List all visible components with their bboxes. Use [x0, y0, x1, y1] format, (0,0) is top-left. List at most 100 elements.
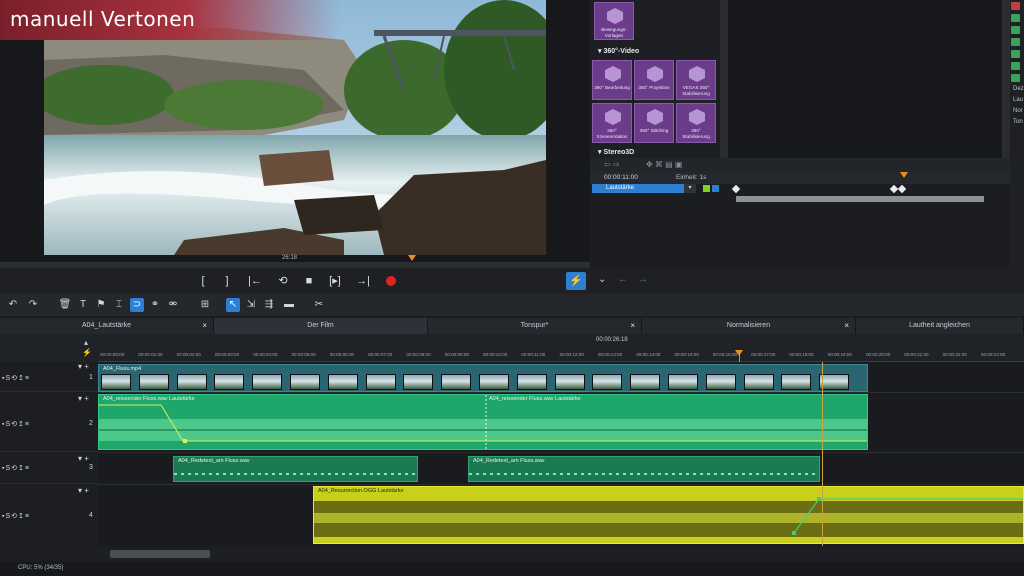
preview-timecode: 26:18 — [282, 255, 298, 261]
expand-icon[interactable]: ▾ + — [78, 486, 89, 495]
section-360-video[interactable]: ▾ 360°-Video — [598, 47, 639, 55]
tab-tonspur[interactable]: Tonspur* × — [428, 318, 642, 334]
pointer-icon[interactable]: ↖ — [226, 298, 240, 312]
split-icon[interactable]: ⌶ — [112, 298, 126, 312]
parameter-volume[interactable]: Lautstärke — [592, 184, 684, 193]
video-thumbnail — [101, 374, 131, 390]
media-pool-scrollbar[interactable] — [1002, 0, 1010, 158]
ruler-tick-label: 00:00:21:00 — [904, 352, 929, 357]
snap-icon[interactable]: ⊃ — [130, 298, 144, 312]
motion-templates-tile[interactable]: Bewegungs-Vorlagen — [594, 2, 634, 40]
track-headers: ▪S⟲↥≡ ▾ + 1 ▪S⟲↥≡ ▾ + 2 ▪S⟲↥≡ ▾ + 3 ▪S⟲↥… — [0, 362, 98, 546]
tab-a04-lautstaerke[interactable]: A04_Lautstärke × — [0, 318, 214, 334]
ruler-tick-label: 00:00:07:00 — [368, 352, 393, 357]
video-clip[interactable]: A04_Fluss.mp4 — [98, 364, 868, 392]
back-arrow-icon[interactable]: ← — [618, 274, 628, 285]
next-frame-button[interactable]: [▸] — [326, 274, 344, 288]
ripple-tool-icon[interactable]: ⇲ — [244, 298, 258, 312]
blue-toggle-icon[interactable] — [712, 185, 719, 192]
redo-icon[interactable]: ↷ — [26, 298, 40, 312]
hexagon-icon — [605, 66, 621, 82]
record-button[interactable] — [386, 276, 396, 286]
section-stereo3d[interactable]: ▾ Stereo3D — [598, 148, 634, 156]
keyframe-toolbar: ⇦ ⇨ ✥ ⌘ ▤ ▣ — [590, 158, 1010, 172]
fx-vegas-360-stabilization[interactable]: VEGAS 360° Stabilisierung — [676, 60, 716, 100]
undo-icon[interactable]: ↶ — [6, 298, 20, 312]
close-icon[interactable]: × — [844, 318, 849, 334]
fx-360-projection[interactable]: 360° Projektion — [634, 60, 674, 100]
audio-file-icon[interactable] — [1011, 38, 1020, 46]
stretch-tool-icon[interactable]: ⇶ — [262, 298, 276, 312]
audio-clip-speech-2[interactable]: A04_Redetext_am Fluss.wav — [468, 456, 820, 482]
ruler-tick-label: 00:00:13:00 — [597, 352, 623, 357]
keyframe-unit[interactable]: Einheit: 1s — [676, 174, 706, 181]
loop-button[interactable]: ⟲ — [274, 274, 292, 288]
track-header-2: ▪S⟲↥≡ ▾ + 2 — [0, 392, 98, 452]
keyframe-scrollbar[interactable] — [736, 196, 984, 202]
tab-der-film[interactable]: Der Film — [214, 318, 428, 334]
title-icon[interactable]: T — [76, 298, 90, 312]
fx-360-stitching[interactable]: 360° Stitching — [634, 103, 674, 143]
scissors-icon[interactable]: ✂ — [312, 298, 326, 312]
ruler-timecode: 00:00:26:18 — [596, 337, 628, 343]
music-clip[interactable]: A04_Resurrection.OGG Lautstärke — [313, 486, 1024, 544]
prev-marker-button[interactable]: |← — [246, 274, 264, 288]
undo-arrow-icon[interactable]: ⇦ ⇨ — [604, 160, 620, 169]
waveform — [174, 473, 417, 475]
audio-file-icon[interactable] — [1011, 50, 1020, 58]
video-thumbnail — [479, 374, 509, 390]
audio-file-icon[interactable] — [1011, 74, 1020, 82]
panel-icon[interactable] — [1011, 2, 1020, 10]
marker-icon[interactable]: ⚑ — [94, 298, 108, 312]
set-out-button[interactable]: ] — [218, 274, 236, 288]
keyframe-playhead-icon[interactable] — [900, 172, 908, 178]
unlink-icon[interactable]: ⚮ — [166, 298, 180, 312]
expand-icon[interactable]: ▾ + — [78, 362, 89, 371]
track-separator — [98, 484, 1024, 485]
side-label: Dez — [1013, 86, 1024, 92]
scroll-up-icon[interactable]: ▴ — [84, 338, 88, 347]
green-toggle-icon[interactable] — [703, 185, 710, 192]
set-in-button[interactable]: [ — [194, 274, 212, 288]
h-scrollbar-thumb[interactable] — [110, 550, 210, 558]
audio-file-icon[interactable] — [1011, 62, 1020, 70]
expand-icon[interactable]: ▾ + — [78, 454, 89, 463]
expand-icon[interactable]: ▾ + — [78, 394, 89, 403]
forward-arrow-icon[interactable]: → — [638, 274, 648, 285]
hexagon-icon — [605, 109, 621, 125]
ruler-tick-label: 00:00:16:00 — [712, 352, 738, 357]
playhead-handle-icon[interactable] — [735, 350, 743, 356]
lightning-icon[interactable]: ⚡ — [82, 348, 92, 357]
playhead-marker-icon[interactable] — [408, 255, 416, 261]
keyframe-tools-icon[interactable]: ✥ ⌘ ▤ ▣ — [646, 160, 683, 169]
audio-clip-speech-1[interactable]: A04_Redetext_am Fluss.wav — [173, 456, 418, 482]
split-button[interactable]: ⚡ — [566, 272, 586, 290]
transport-bar: [ ] |← ⟲ ■ [▸] →| ⚡ — [0, 268, 590, 294]
link-icon[interactable]: ⚭ — [148, 298, 162, 312]
audio-clip-river[interactable]: A04_reissender Fluss.wav Lautstärke A04_… — [98, 394, 868, 450]
tab-lautheit-angleichen[interactable]: Lautheit angleichen — [856, 318, 1024, 334]
keyframe-timecode: 00:00:11:00 — [604, 174, 638, 181]
fx-360-stabilization[interactable]: 360° Stabilisierung — [676, 103, 716, 143]
close-icon[interactable]: × — [630, 318, 635, 334]
effects-scrollbar[interactable] — [720, 0, 728, 158]
chevron-down-icon[interactable]: ⌄ — [598, 274, 606, 285]
dropdown-arrow-icon[interactable]: ▾ — [684, 184, 696, 193]
ruler-tick-label: 00:00:02:00 — [176, 352, 201, 357]
range-tool-icon[interactable]: ▬ — [282, 298, 296, 312]
next-marker-button[interactable]: →| — [354, 274, 372, 288]
audio-file-icon[interactable] — [1011, 14, 1020, 22]
fx-360-editing[interactable]: 360° Bearbeitung — [592, 60, 632, 100]
video-thumbnail — [630, 374, 661, 390]
tab-normalisieren[interactable]: Normalisieren × — [642, 318, 856, 334]
delete-icon[interactable]: 🗑 — [58, 298, 72, 312]
video-thumbnail — [592, 374, 623, 390]
hexagon-icon — [689, 66, 705, 82]
close-icon[interactable]: × — [202, 318, 207, 334]
side-panel — [1010, 0, 1024, 294]
audio-file-icon[interactable] — [1011, 26, 1020, 34]
stop-button[interactable]: ■ — [300, 274, 318, 288]
insert-mode-icon[interactable]: ⊞ — [198, 298, 212, 312]
fx-360-scene-rotation[interactable]: 360° Szenenrotation — [592, 103, 632, 143]
waveform — [99, 395, 867, 449]
